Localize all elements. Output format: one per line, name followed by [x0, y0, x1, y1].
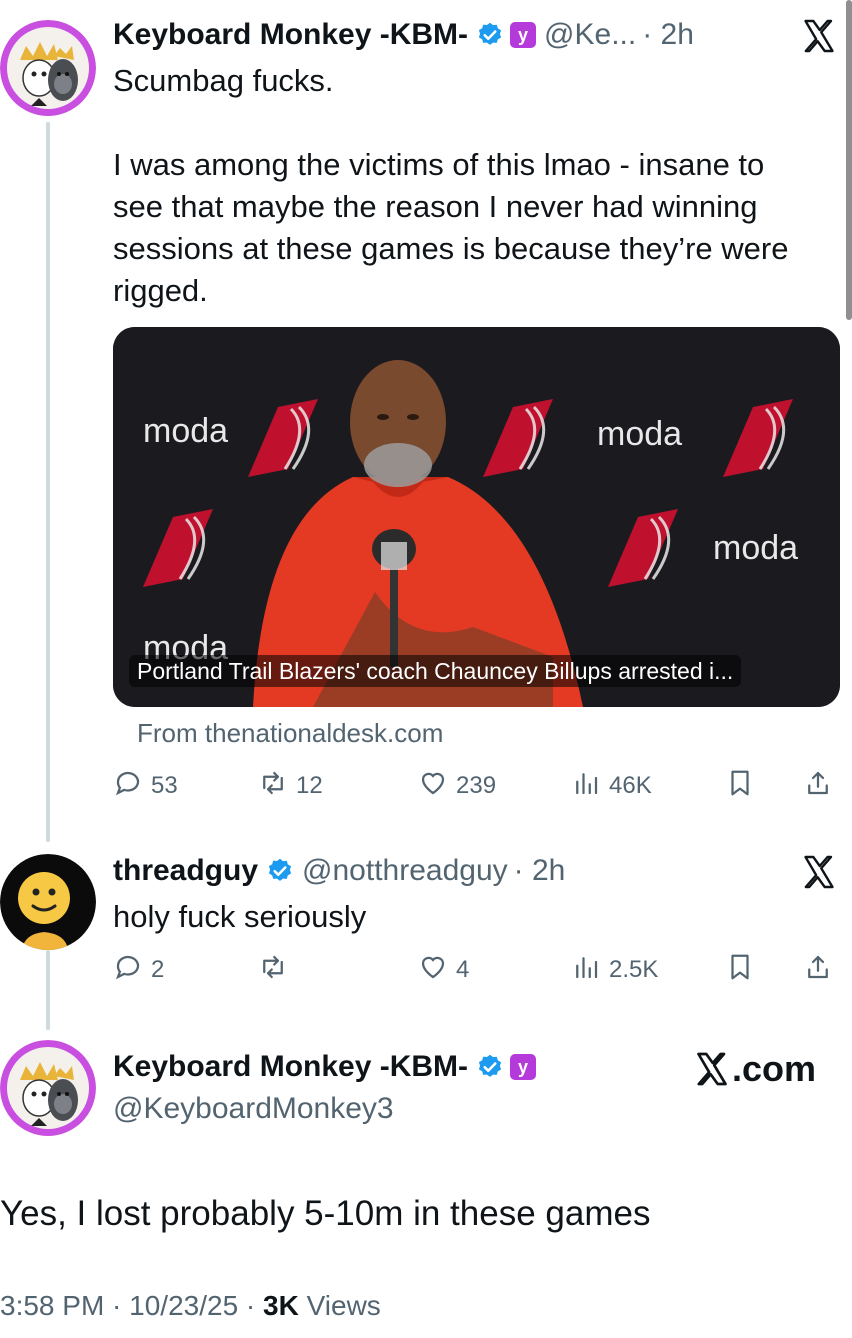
bookmark-button[interactable] [725, 766, 755, 806]
x-logo-icon [694, 1051, 730, 1087]
tweet-actions: 53 12 239 46K [113, 766, 840, 806]
like-count: 4 [456, 956, 470, 983]
views-label: Views [298, 1290, 381, 1321]
repost-icon [258, 952, 288, 989]
x-com-text: .com [732, 1048, 817, 1089]
avatar-keyboard-monkey[interactable] [0, 20, 96, 116]
share-button[interactable] [803, 950, 833, 990]
tweet-header: threadguy @notthreadguy · 2h [113, 852, 565, 890]
avatar-threadguy[interactable] [0, 854, 96, 950]
text-line: see that maybe the reason I never had wi… [113, 189, 758, 224]
views-count: 2.5K [609, 956, 659, 983]
thread-line [46, 950, 50, 1030]
text-line-blank [113, 102, 788, 144]
handle[interactable]: @notthreadguy [302, 852, 508, 890]
timestamp[interactable]: · 2h [642, 16, 694, 54]
repost-button[interactable]: 12 [258, 766, 323, 806]
tweet-header: Keyboard Monkey -KBM- y @Ke... · 2h [113, 16, 694, 54]
reply-button[interactable]: 53 [113, 766, 178, 806]
bookmark-icon [725, 768, 755, 805]
affiliate-badge-icon[interactable]: y [510, 22, 537, 48]
views-button[interactable]: 46K [571, 766, 652, 806]
views-total: 3K [263, 1290, 299, 1321]
thread-line [46, 122, 50, 842]
like-count: 239 [456, 772, 497, 799]
tweet-text: Scumbag fucks. I was among the victims o… [113, 60, 788, 312]
reply-count: 53 [151, 772, 178, 799]
avatar-keyboard-monkey[interactable] [0, 1040, 96, 1136]
share-button[interactable] [803, 766, 833, 806]
reply-icon [113, 768, 151, 805]
display-name[interactable]: threadguy [113, 852, 258, 890]
affiliate-badge-icon[interactable]: y [510, 1054, 537, 1080]
tweet-datetime[interactable]: 3:58 PM · 10/23/25 · [0, 1290, 263, 1321]
x-com-brand: .com [694, 1048, 816, 1090]
views-icon [571, 768, 609, 805]
bookmark-icon [725, 952, 755, 989]
views-count: 46K [609, 772, 652, 799]
views-icon [571, 952, 609, 989]
like-button[interactable]: 4 [418, 950, 469, 990]
tweet-meta: 3:58 PM · 10/23/25 · 3K Views [0, 1290, 381, 1322]
share-icon [803, 768, 833, 805]
repost-button[interactable] [258, 950, 288, 990]
verified-badge-icon [266, 857, 294, 885]
text-line: Scumbag fucks. [113, 63, 334, 98]
like-icon [418, 768, 456, 805]
tweet-actions: 2 4 2.5K [113, 950, 840, 990]
views-button[interactable]: 2.5K [571, 950, 658, 990]
verified-badge-icon [476, 21, 504, 49]
backdrop-logo-text: moda [713, 529, 798, 567]
display-name[interactable]: Keyboard Monkey -KBM- [113, 1048, 468, 1086]
verified-badge-icon [476, 1053, 504, 1081]
text-line: sessions at these games is because they’… [113, 231, 789, 266]
backdrop-logo-text: moda [143, 412, 228, 450]
text-line: I was among the victims of this lmao - i… [113, 147, 765, 182]
tweet-header: Keyboard Monkey -KBM- y [113, 1048, 537, 1086]
reply-icon [113, 952, 151, 989]
like-button[interactable]: 239 [418, 766, 496, 806]
display-name[interactable]: Keyboard Monkey -KBM- [113, 16, 468, 54]
link-card-title[interactable]: Portland Trail Blazers' coach Chauncey B… [129, 655, 742, 687]
bookmark-button[interactable] [725, 950, 755, 990]
tweet-text: Yes, I lost probably 5-10m in these game… [0, 1194, 651, 1233]
link-source[interactable]: From thenationaldesk.com [137, 718, 443, 749]
scrollbar[interactable] [846, 0, 852, 320]
reply-count: 2 [151, 956, 165, 983]
x-logo-icon [801, 854, 837, 890]
timestamp[interactable]: · 2h [514, 852, 566, 890]
reply-button[interactable]: 2 [113, 950, 164, 990]
thread-view: Keyboard Monkey -KBM- y @Ke... · 2h Scum… [0, 0, 852, 1338]
x-logo-icon [801, 18, 837, 54]
like-icon [418, 952, 456, 989]
link-card-image[interactable]: moda moda moda moda Portland Trail Blaze… [113, 327, 840, 707]
backdrop-logo-text: moda [597, 415, 682, 453]
repost-icon [258, 768, 296, 805]
share-icon [803, 952, 833, 989]
repost-count: 12 [296, 772, 323, 799]
tweet-text: holy fuck seriously [113, 899, 367, 934]
handle[interactable]: @Ke... [544, 16, 636, 54]
text-line: rigged. [113, 273, 208, 308]
handle[interactable]: @KeyboardMonkey3 [113, 1092, 394, 1126]
